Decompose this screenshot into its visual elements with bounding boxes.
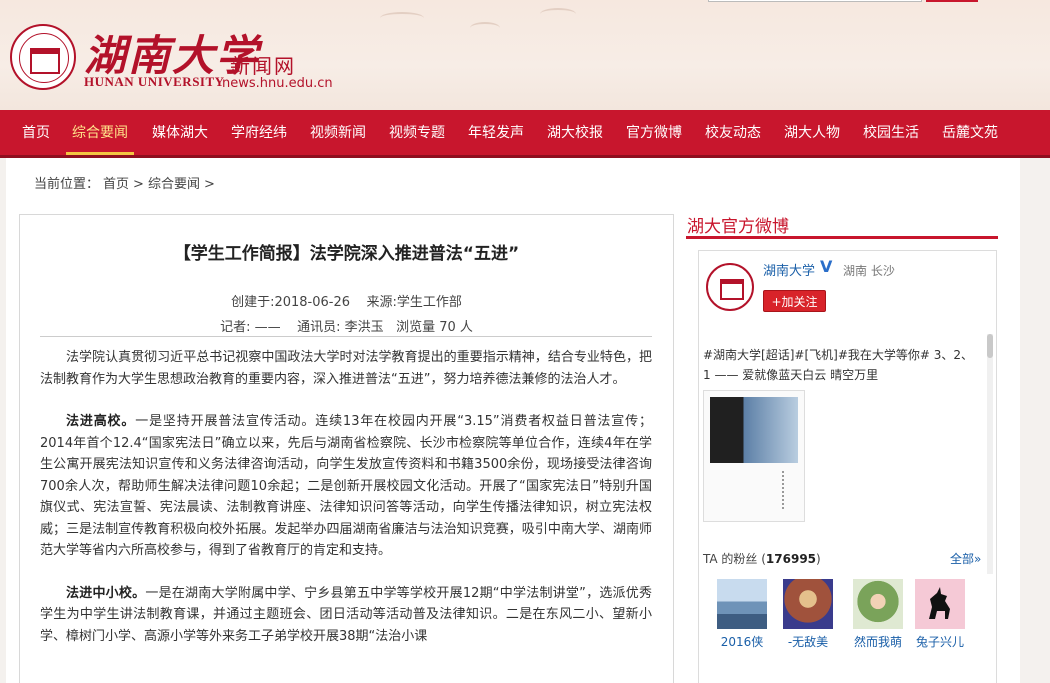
- bird-decoration: [540, 8, 576, 20]
- breadcrumb-separator: >: [203, 177, 215, 192]
- fan-avatar[interactable]: [717, 579, 767, 629]
- article-meta-people: 记者: —— 通讯员: 李洪玉 浏览量 70 人: [20, 316, 673, 335]
- nav-item-alumni[interactable]: 校友动态: [705, 110, 761, 155]
- nav-item-media[interactable]: 媒体湖大: [152, 110, 208, 155]
- fan-avatar[interactable]: [783, 579, 833, 629]
- fans-prefix: TA 的粉丝 (: [703, 552, 766, 566]
- article-paragraph: 法学院认真贯彻习近平总书记视察中国政法大学时对法学教育提出的重要指示精神，结合专…: [40, 350, 652, 387]
- article-source: 来源:学生工作部: [366, 295, 462, 310]
- paragraph-heading: 法进高校。: [66, 414, 136, 429]
- sidebar-title-rule: [686, 236, 998, 239]
- view-count: 浏览量 70 人: [396, 320, 473, 335]
- breadcrumb: 当前位置： 首页 > 综合要闻 >: [34, 173, 219, 192]
- breadcrumb-section[interactable]: 综合要闻: [148, 177, 200, 192]
- nav-item-young-voice[interactable]: 年轻发声: [468, 110, 524, 155]
- weibo-scrollbar[interactable]: [987, 334, 993, 574]
- article-panel: 【学生工作简报】法学院深入推进普法“五进” 创建于:2018-06-26 来源:…: [19, 214, 674, 683]
- photo-caption-mark: [782, 471, 786, 509]
- breadcrumb-label: 当前位置：: [34, 177, 100, 192]
- nav-item-school-paper[interactable]: 湖大校报: [547, 110, 603, 155]
- weibo-post-text: #湖南大学[超话]#[飞机]#我在大学等你# 3、2、1 —— 爱就像蓝天白云 …: [703, 348, 974, 382]
- weibo-post-photo[interactable]: [703, 390, 805, 522]
- weibo-scrollbar-thumb[interactable]: [987, 334, 993, 358]
- article-paragraph: 法进中小校。一是在湖南大学附属中学、宁乡县第五中学等学校开展12期“中学法制讲堂…: [40, 583, 652, 648]
- sidebar-title: 湖大官方微博: [687, 217, 789, 237]
- weibo-account-name[interactable]: 湖南大学: [763, 260, 815, 279]
- nav-item-yuelu[interactable]: 岳麓文苑: [942, 110, 998, 155]
- photo-sky-image: [710, 397, 798, 463]
- all-fans-link[interactable]: 全部»: [950, 550, 981, 567]
- follow-button[interactable]: +加关注: [763, 290, 826, 312]
- verified-icon: V: [820, 257, 833, 276]
- created-date: 创建于:2018-06-26: [231, 295, 350, 310]
- fan-avatar[interactable]: [853, 579, 903, 629]
- nav-item-video-news[interactable]: 视频新闻: [310, 110, 366, 155]
- paragraph-text: 一是坚持开展普法宣传活动。连续13年在校园内开展“3.15”消费者权益日普法宣传…: [40, 414, 652, 558]
- unicorn-icon: [929, 587, 950, 619]
- logo-english: HUNAN UNIVERSITY: [84, 74, 225, 89]
- bird-decoration: [470, 22, 500, 34]
- site-url: news.hnu.edu.cn: [222, 76, 333, 91]
- nav-item-weibo[interactable]: 官方微博: [626, 110, 682, 155]
- fan-avatar[interactable]: [915, 579, 965, 629]
- fan-name[interactable]: 然而我萌: [843, 633, 913, 650]
- breadcrumb-separator: >: [133, 177, 144, 192]
- university-seal-logo[interactable]: [10, 24, 76, 90]
- nav-item-campus-life[interactable]: 校园生活: [863, 110, 919, 155]
- article-body: 法学院认真贯彻习近平总书记视察中国政法大学时对法学教育提出的重要指示精神，结合专…: [40, 347, 652, 668]
- fans-count: 176995: [765, 552, 817, 566]
- nav-item-people[interactable]: 湖大人物: [784, 110, 840, 155]
- reporter: 记者: ——: [220, 320, 281, 335]
- site-name: 新闻网: [230, 54, 296, 78]
- top-search-button[interactable]: [926, 0, 978, 2]
- top-search-input[interactable]: [708, 0, 922, 2]
- nav-item-academy[interactable]: 学府经纬: [231, 110, 287, 155]
- article-title: 【学生工作简报】法学院深入推进普法“五进”: [173, 244, 520, 264]
- bird-decoration: [380, 12, 424, 24]
- nav-item-general-news[interactable]: 综合要闻: [66, 110, 134, 155]
- breadcrumb-home[interactable]: 首页: [103, 177, 129, 192]
- article-meta-created: 创建于:2018-06-26 来源:学生工作部: [20, 291, 673, 310]
- nav-item-video-topics[interactable]: 视频专题: [389, 110, 445, 155]
- fans-count-label: TA 的粉丝 (176995): [703, 550, 821, 567]
- fan-name[interactable]: -无敌美: [773, 633, 843, 650]
- fan-name[interactable]: 2016侠: [707, 633, 777, 650]
- paragraph-heading: 法进中小校。: [66, 585, 146, 601]
- meta-divider: [40, 336, 652, 337]
- nav-item-home[interactable]: 首页: [22, 110, 50, 155]
- main-nav: 首页 综合要闻 媒体湖大 学府经纬 视频新闻 视频专题 年轻发声 湖大校报 官方…: [0, 110, 1050, 158]
- correspondent: 通讯员: 李洪玉: [297, 320, 384, 335]
- weibo-location: 湖南 长沙: [843, 264, 895, 278]
- weibo-avatar[interactable]: [706, 263, 754, 311]
- article-paragraph: 法进高校。一是坚持开展普法宣传活动。连续13年在校园内开展“3.15”消费者权益…: [40, 411, 652, 562]
- fan-name[interactable]: 兔子兴儿: [905, 633, 975, 650]
- fans-suffix: ): [816, 552, 821, 566]
